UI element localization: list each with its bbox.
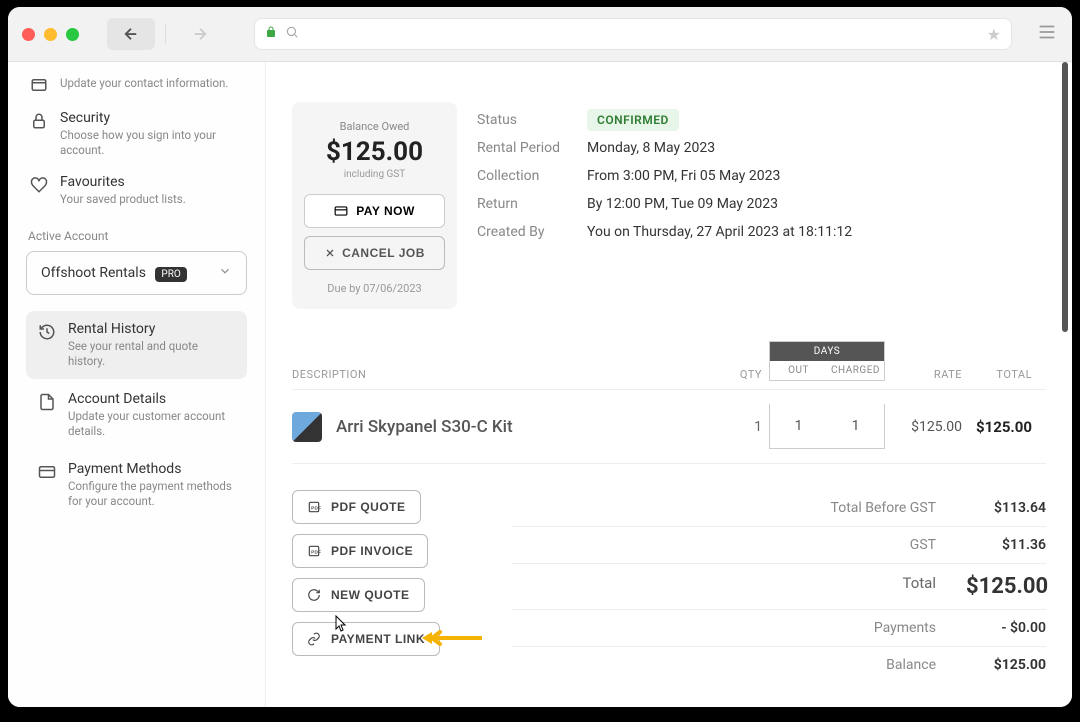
sidebar-item-label: Favourites [60, 174, 243, 190]
total-value: - $0.00 [966, 620, 1046, 636]
link-icon [307, 632, 321, 646]
cell-qty: 1 [712, 419, 762, 435]
cell-days-out: 1 [770, 404, 827, 448]
heart-icon [30, 176, 48, 194]
cancel-job-button[interactable]: CANCEL JOB [304, 236, 445, 270]
lock-icon [30, 112, 48, 130]
total-value: $125.00 [966, 657, 1046, 673]
sidebar-item-desc: Update your contact information. [60, 76, 243, 91]
cell-total: $125.00 [962, 418, 1032, 436]
address-bar[interactable]: ★ [254, 18, 1012, 50]
product-name: Arri Skypanel S30-C Kit [336, 417, 513, 437]
total-label: Total Before GST [831, 500, 936, 516]
history-icon [38, 323, 56, 341]
sidebar-item-security[interactable]: Security Choose how you sign into your a… [26, 102, 247, 166]
info-val: By 12:00 PM, Tue 09 May 2023 [587, 196, 778, 212]
col-total: TOTAL [962, 368, 1032, 381]
main-panel: Balance Owed $125.00 including GST PAY N… [266, 62, 1072, 707]
pro-badge: PRO [155, 267, 186, 282]
chevron-down-icon [218, 264, 232, 282]
nav-back-button[interactable] [107, 18, 155, 50]
info-key: Status [477, 112, 587, 128]
menu-button[interactable] [1036, 21, 1058, 47]
nav-desc: See your rental and quote history. [68, 339, 235, 369]
account-name: Offshoot Rentals [41, 265, 146, 281]
traffic-lights [22, 28, 79, 41]
total-value: $113.64 [966, 500, 1046, 516]
bookmark-star-icon[interactable]: ★ [987, 25, 1001, 44]
document-actions: PDF PDF QUOTE PDF PDF INVOICE NEW QUOTE … [292, 490, 472, 683]
table-row: Arri Skypanel S30-C Kit 1 1 1 $125.00 $1… [292, 390, 1046, 464]
arrow-annotation [422, 630, 482, 650]
credit-card-icon [38, 463, 56, 481]
col-days: DAYS OUT CHARGED [762, 341, 892, 381]
total-value: $11.36 [966, 537, 1046, 553]
nav-account-details[interactable]: Account Details Update your customer acc… [26, 381, 247, 449]
minimize-window[interactable] [44, 28, 57, 41]
refresh-icon [307, 588, 321, 602]
balance-label: Balance Owed [304, 120, 445, 133]
file-icon [38, 393, 56, 411]
credit-card-icon [334, 204, 348, 218]
total-label: Balance [886, 657, 936, 673]
sidebar-item-desc: Choose how you sign into your account. [60, 128, 243, 158]
new-quote-button[interactable]: NEW QUOTE [292, 578, 425, 612]
info-val: From 3:00 PM, Fri 05 May 2023 [587, 168, 780, 184]
total-value: $125.00 [966, 574, 1046, 599]
pdf-invoice-button[interactable]: PDF PDF INVOICE [292, 534, 428, 568]
info-key: Collection [477, 168, 587, 184]
info-val: You on Thursday, 27 April 2023 at 18:11:… [587, 224, 852, 240]
cell-rate: $125.00 [892, 419, 962, 435]
nav-label: Rental History [68, 321, 235, 337]
totals-section: Total Before GST $113.64 GST $11.36 Tota… [512, 490, 1046, 683]
payment-link-button[interactable]: PAYMENT LINK [292, 622, 440, 656]
nav-forward-button [176, 18, 224, 50]
maximize-window[interactable] [66, 28, 79, 41]
nav-label: Account Details [68, 391, 235, 407]
pay-now-button[interactable]: PAY NOW [304, 194, 445, 228]
svg-text:PDF: PDF [311, 549, 321, 554]
status-badge: CONFIRMED [587, 109, 679, 131]
col-rate: RATE [892, 368, 962, 381]
lock-icon [265, 26, 277, 42]
total-label: Payments [874, 620, 936, 636]
sidebar-item-desc: Your saved product lists. [60, 192, 243, 207]
nav-label: Payment Methods [68, 461, 235, 477]
sidebar-item-favourites[interactable]: Favourites Your saved product lists. [26, 166, 247, 215]
section-label: Active Account [28, 229, 247, 243]
info-key: Return [477, 196, 587, 212]
job-info: Status CONFIRMED Rental Period Monday, 8… [477, 102, 1046, 309]
pdf-icon: PDF [307, 500, 321, 514]
col-qty: QTY [712, 368, 762, 381]
col-description: DESCRIPTION [292, 368, 712, 381]
balance-gst: including GST [304, 169, 445, 180]
nav-desc: Update your customer account details. [68, 409, 235, 439]
line-items-table: DESCRIPTION QTY DAYS OUT CHARGED RATE TO… [292, 341, 1046, 464]
sidebar-item-contact[interactable]: Update your contact information. [26, 66, 247, 102]
account-selector[interactable]: Offshoot Rentals PRO [26, 251, 247, 295]
info-key: Rental Period [477, 140, 587, 156]
info-key: Created By [477, 224, 587, 240]
nav-rental-history[interactable]: Rental History See your rental and quote… [26, 311, 247, 379]
nav-desc: Configure the payment methods for your a… [68, 479, 235, 509]
sidebar-item-label: Security [60, 110, 243, 126]
close-window[interactable] [22, 28, 35, 41]
cell-days-charged: 1 [827, 404, 884, 448]
total-label: GST [910, 537, 936, 553]
pdf-quote-button[interactable]: PDF PDF QUOTE [292, 490, 421, 524]
search-icon [285, 25, 299, 43]
balance-card: Balance Owed $125.00 including GST PAY N… [292, 102, 457, 309]
product-thumbnail [292, 412, 322, 442]
info-val: Monday, 8 May 2023 [587, 140, 715, 156]
sidebar: Update your contact information. Securit… [8, 62, 266, 707]
window-titlebar: ★ [8, 7, 1072, 62]
balance-amount: $125.00 [304, 137, 445, 167]
pdf-icon: PDF [307, 544, 321, 558]
close-icon [324, 247, 336, 259]
svg-text:PDF: PDF [311, 505, 321, 510]
nav-payment-methods[interactable]: Payment Methods Configure the payment me… [26, 451, 247, 519]
card-icon [30, 76, 48, 94]
total-label: Total [903, 574, 937, 599]
due-date: Due by 07/06/2023 [304, 282, 445, 295]
